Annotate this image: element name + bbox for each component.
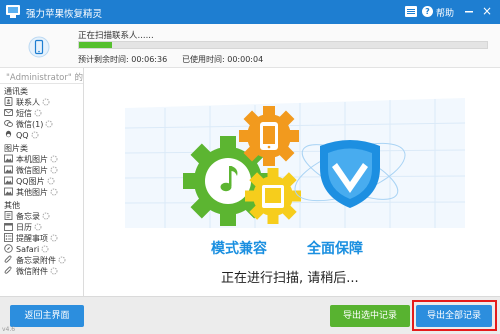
sidebar-item-qq-images[interactable]: QQ图片 xyxy=(4,176,83,187)
scan-progress-bar xyxy=(78,41,488,49)
sidebar-item-qq[interactable]: QQ xyxy=(4,130,83,141)
scan-header: 正在扫描联系人...... 预计剩余时间: 00:06:36 已使用时间: 00… xyxy=(0,24,500,68)
loading-spinner-icon xyxy=(45,120,53,128)
sidebar-item-memo[interactable]: 备忘录 xyxy=(4,211,83,222)
iphone-device-icon xyxy=(28,36,50,58)
memo-icon xyxy=(4,211,13,220)
device-name: "Administrator" 的 xyxy=(6,73,83,83)
back-to-home-button[interactable]: 返回主界面 xyxy=(10,305,84,327)
grid-background xyxy=(124,98,466,228)
sidebar-item-label: 微信附件 xyxy=(16,267,48,276)
sidebar-item-wechat[interactable]: 微信(1) xyxy=(4,119,83,130)
sidebar-item-label: 其他图片 xyxy=(16,188,48,197)
sidebar-item-label: 联系人 xyxy=(16,98,40,107)
qq-icon xyxy=(5,130,12,138)
sidebar-item-label: 备忘录附件 xyxy=(16,256,56,265)
loading-spinner-icon xyxy=(50,166,58,174)
loading-spinner-icon xyxy=(50,155,58,163)
loading-spinner-icon xyxy=(34,109,42,117)
scanning-message: 正在进行扫描, 请稍后... xyxy=(221,271,359,286)
sidebar-item-contacts[interactable]: 联系人 xyxy=(4,97,83,108)
sidebar-item-label: QQ xyxy=(16,131,29,140)
photo-icon xyxy=(4,176,13,185)
sidebar-item-sms[interactable]: 短信 xyxy=(4,108,83,119)
sidebar-item-label: 备忘录 xyxy=(16,212,40,221)
scan-status-text: 正在扫描联系人...... xyxy=(78,31,154,41)
help-icon[interactable]: ? xyxy=(422,6,433,17)
group-label-communication: 通讯类 xyxy=(4,87,28,96)
loading-spinner-icon xyxy=(34,223,42,231)
loading-spinner-icon xyxy=(58,256,66,264)
safari-icon xyxy=(4,244,13,253)
highlight-annotation-box xyxy=(412,300,497,331)
scan-progress-fill xyxy=(79,42,112,48)
slogan-protection: 全面保障 xyxy=(307,241,363,257)
loading-spinner-icon xyxy=(50,267,58,275)
group-label-other: 其他 xyxy=(4,201,20,210)
loading-spinner-icon xyxy=(31,131,39,139)
tablet-gear-icon xyxy=(245,168,301,224)
phone-gear-icon xyxy=(239,106,299,166)
loading-spinner-icon xyxy=(47,177,55,185)
loading-spinner-icon xyxy=(50,188,58,196)
title-bar: 强力苹果恢复精灵 ? 帮助 × xyxy=(0,0,500,24)
sidebar-item-label: 提醒事项 xyxy=(16,234,48,243)
sidebar-item-label: 日历 xyxy=(16,223,32,232)
remaining-time: 预计剩余时间: 00:06:36 xyxy=(78,55,168,64)
contacts-icon xyxy=(4,97,13,106)
close-icon[interactable]: × xyxy=(480,4,494,18)
sidebar-item-wechat-attachments[interactable]: 微信附件 xyxy=(4,266,83,277)
attachment-icon xyxy=(4,255,12,263)
sidebar-item-label: 本机图片 xyxy=(16,155,48,164)
photo-icon xyxy=(4,165,13,174)
export-selected-button[interactable]: 导出选中记录 xyxy=(330,305,410,327)
app-logo-icon xyxy=(6,5,20,18)
scanning-illustration xyxy=(124,98,466,228)
sidebar-item-reminders[interactable]: 提醒事项 xyxy=(4,233,83,244)
sidebar-item-wechat-images[interactable]: 微信图片 xyxy=(4,165,83,176)
sidebar-item-calendar[interactable]: 日历 xyxy=(4,222,83,233)
attachment-icon xyxy=(4,266,12,274)
sidebar-item-memo-attachments[interactable]: 备忘录附件 xyxy=(4,255,83,266)
sidebar-item-local-images[interactable]: 本机图片 xyxy=(4,154,83,165)
minimize-icon[interactable] xyxy=(462,4,476,18)
version-label: v4.6 xyxy=(2,326,16,333)
sidebar-item-safari[interactable]: Safari xyxy=(4,244,83,255)
loading-spinner-icon xyxy=(50,234,58,242)
calendar-icon xyxy=(4,223,13,231)
sidebar-item-label: Safari xyxy=(16,245,40,254)
sidebar-divider xyxy=(0,83,83,84)
help-link[interactable]: 帮助 xyxy=(436,6,454,19)
main-panel: 模式兼容 全面保障 正在进行扫描, 请稍后... xyxy=(85,68,500,296)
sidebar-item-label: 短信 xyxy=(16,109,32,118)
sidebar-item-label: 微信(1) xyxy=(16,120,44,129)
loading-spinner-icon xyxy=(41,245,49,253)
loading-spinner-icon xyxy=(42,212,50,220)
reminder-icon xyxy=(4,233,13,242)
sidebar-item-label: QQ图片 xyxy=(16,177,45,186)
menu-icon[interactable] xyxy=(405,6,417,17)
loading-spinner-icon xyxy=(42,98,50,106)
window-title: 强力苹果恢复精灵 xyxy=(26,9,103,20)
sidebar-item-other-images[interactable]: 其他图片 xyxy=(4,187,83,198)
elapsed-time: 已使用时间: 00:00:04 xyxy=(182,55,264,64)
photo-icon xyxy=(4,154,13,163)
wechat-icon xyxy=(4,120,13,127)
sidebar-item-label: 微信图片 xyxy=(16,166,48,175)
slogan-compatibility: 模式兼容 xyxy=(211,241,267,257)
photo-icon xyxy=(4,187,13,196)
sms-icon xyxy=(4,109,13,116)
sidebar: "Administrator" 的 通讯类 联系人 短信 微信(1) QQ 图片… xyxy=(0,68,84,296)
group-label-images: 图片类 xyxy=(4,144,28,153)
